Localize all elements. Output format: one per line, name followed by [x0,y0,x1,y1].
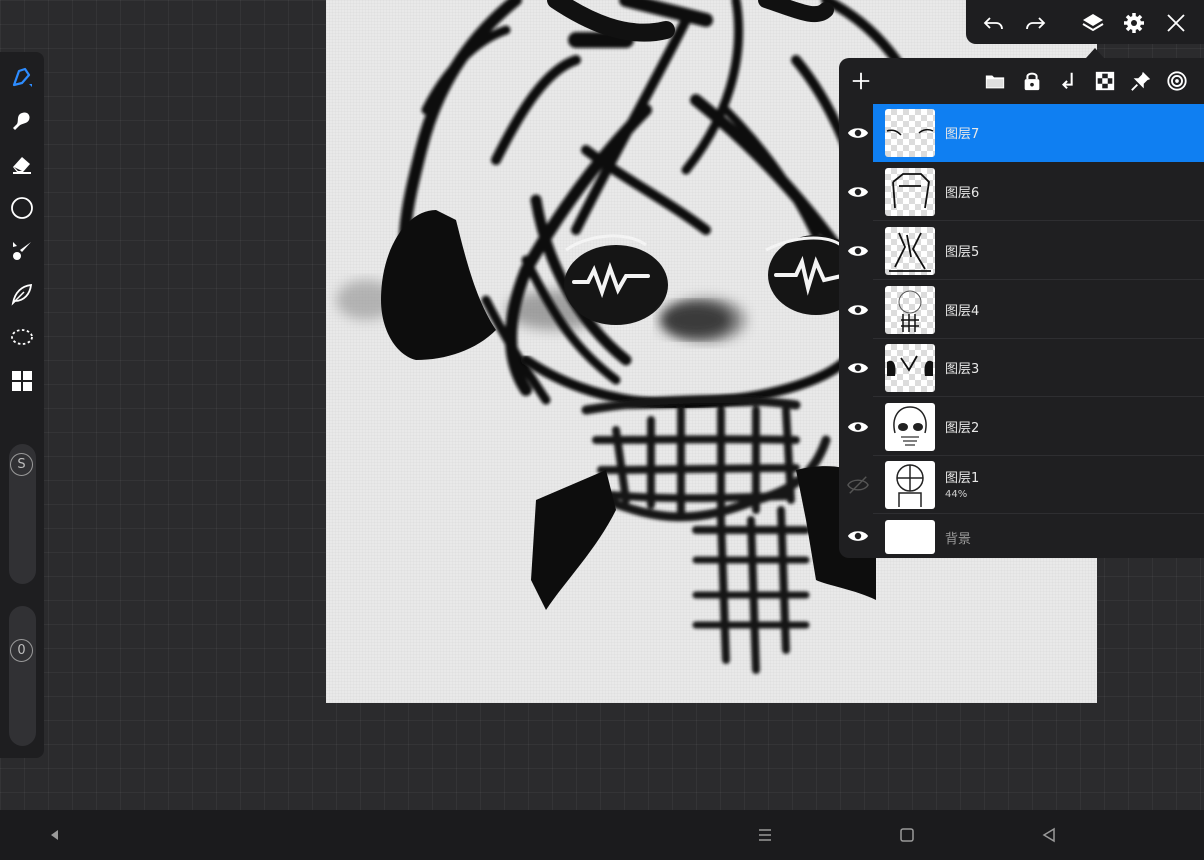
layer-thumbnail [885,461,935,509]
eye-icon[interactable] [847,122,869,144]
undo-icon[interactable] [980,10,1006,36]
redo-icon[interactable] [1023,10,1049,36]
lock-icon[interactable] [1020,69,1044,93]
brush-size-slider[interactable]: S [9,444,36,584]
eye-icon[interactable] [847,240,869,262]
checker-icon[interactable] [1093,69,1117,93]
layer-name: 图层2 [945,421,980,436]
layer-thumbnail [885,403,935,451]
layer-row[interactable]: 图层5 [839,222,1204,280]
eye-icon[interactable] [847,525,869,547]
layer-thumbnail [885,109,935,157]
back-triangle-icon[interactable] [44,824,66,846]
fill-brush-icon[interactable] [7,236,37,266]
leaf-icon[interactable] [7,279,37,309]
system-navbar [0,810,1204,860]
recent-triangle-icon[interactable] [1038,824,1060,846]
layer-name: 图层7 [945,127,980,142]
close-icon[interactable] [1163,10,1189,36]
layer-row[interactable]: 图层3 [839,339,1204,397]
home-square-icon[interactable] [896,824,918,846]
add-icon[interactable] [849,69,873,93]
merge-down-icon[interactable] [1056,69,1080,93]
layer-row[interactable]: 图层7 [839,104,1204,162]
layer-thumbnail [885,520,935,554]
grid-icon[interactable] [7,366,37,396]
layer-thumbnail [885,344,935,392]
layer-row[interactable]: 图层4 [839,281,1204,339]
shape-circle-icon[interactable] [7,193,37,223]
folder-icon[interactable] [983,69,1007,93]
layers-panel: 图层7 图层6 图层5 图层4 图层3 图层2 图层1 44% 背景 [839,58,1204,558]
eraser-icon[interactable] [7,149,37,179]
target-icon[interactable] [1165,69,1189,93]
brush-opacity-slider[interactable]: 0 [9,606,36,746]
layers-icon[interactable] [1080,10,1106,36]
layer-row[interactable]: 图层6 [839,163,1204,221]
pin-icon[interactable] [1129,69,1153,93]
layer-row[interactable]: 图层1 44% [839,456,1204,514]
layer-thumbnail [885,227,935,275]
layer-opacity: 44% [945,489,968,500]
top-right-toolbar [966,0,1204,44]
eye-icon[interactable] [847,416,869,438]
layer-name: 图层6 [945,186,980,201]
brush-opacity-knob[interactable]: 0 [10,639,33,662]
settings-icon[interactable] [1121,10,1147,36]
layer-row[interactable]: 背景 [839,515,1204,558]
layer-row[interactable]: 图层2 [839,398,1204,456]
eye-hidden-icon[interactable] [847,474,869,496]
eye-icon[interactable] [847,357,869,379]
layer-name: 图层1 [945,471,980,486]
menu-icon[interactable] [754,824,776,846]
eye-icon[interactable] [847,181,869,203]
layer-thumbnail [885,286,935,334]
layers-panel-header [839,58,1204,104]
layer-name: 图层4 [945,304,980,319]
brush-size-knob[interactable]: S [10,453,33,476]
lasso-icon[interactable] [7,322,37,352]
layer-name: 图层3 [945,362,980,377]
layer-thumbnail [885,168,935,216]
eye-icon[interactable] [847,299,869,321]
layer-name: 图层5 [945,245,980,260]
left-toolbar: S 0 [0,52,44,758]
smudge-icon[interactable] [7,106,37,136]
brush-icon[interactable] [7,62,37,92]
panel-caret [1086,48,1104,58]
layer-name: 背景 [945,532,972,547]
